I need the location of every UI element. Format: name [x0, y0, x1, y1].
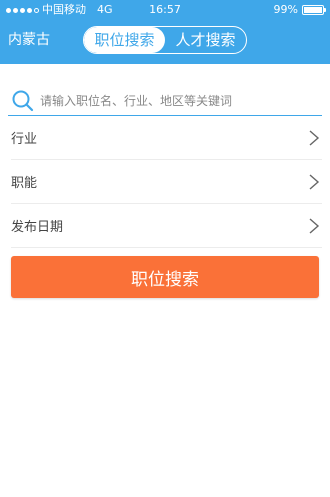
- search-bar: [8, 86, 322, 116]
- filter-publish-date[interactable]: 发布日期: [11, 204, 322, 248]
- nav-bar: 内蒙古 职位搜索 人才搜索: [0, 20, 330, 64]
- chevron-right-icon: [309, 217, 320, 234]
- search-icon: [12, 90, 34, 111]
- filter-list: 行业 职能 发布日期: [0, 116, 330, 248]
- battery-fill: [304, 7, 322, 13]
- app-header: 中国移动 4G 16:57 99% 内蒙古 职位搜索 人才搜索: [0, 0, 330, 64]
- job-search-button[interactable]: 职位搜索: [11, 256, 319, 298]
- tab-job-search[interactable]: 职位搜索: [84, 27, 165, 53]
- status-bar: 中国移动 4G 16:57 99%: [0, 0, 330, 20]
- search-type-segmented-control: 职位搜索 人才搜索: [83, 26, 247, 54]
- status-right: 99%: [273, 0, 326, 20]
- filter-industry[interactable]: 行业: [11, 116, 322, 160]
- filter-label: 发布日期: [11, 220, 64, 235]
- chevron-right-icon: [309, 129, 320, 146]
- filter-label: 职能: [11, 176, 38, 191]
- battery-icon: [302, 5, 326, 15]
- chevron-right-icon: [309, 173, 320, 190]
- battery-percent: 99%: [273, 3, 298, 16]
- tab-talent-search[interactable]: 人才搜索: [165, 27, 246, 53]
- filter-function[interactable]: 职能: [11, 160, 322, 204]
- city-selector[interactable]: 内蒙古: [8, 20, 50, 64]
- search-input[interactable]: [40, 93, 320, 108]
- filter-label: 行业: [11, 132, 38, 147]
